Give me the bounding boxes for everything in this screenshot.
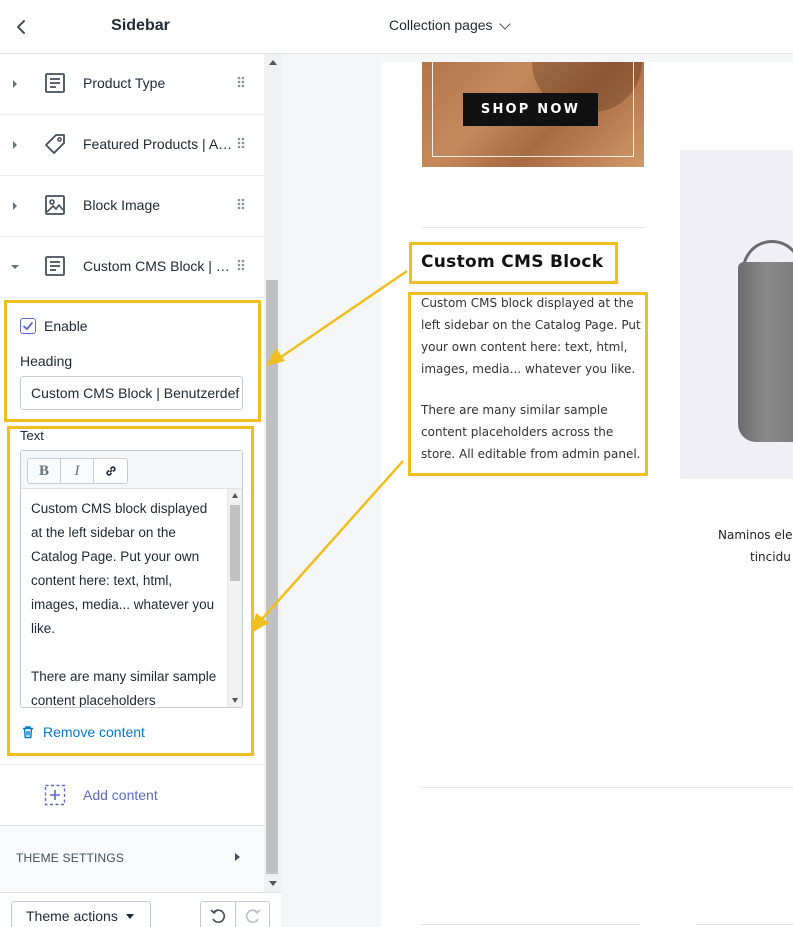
- italic-button[interactable]: I: [61, 459, 94, 483]
- banner-image[interactable]: SHOP NOW: [422, 62, 644, 167]
- redo-button[interactable]: [235, 902, 269, 927]
- caret-down-icon: [125, 913, 134, 919]
- cms-block-paragraph: Custom CMS block displayed at the left s…: [421, 296, 641, 376]
- add-content-label: Add content: [83, 787, 158, 803]
- bag-shape: [738, 262, 793, 442]
- drag-handle-icon[interactable]: [236, 136, 246, 150]
- divider: [0, 764, 264, 765]
- text-label: Text: [20, 428, 44, 443]
- cms-block-title: Custom CMS Block: [421, 252, 604, 272]
- section-label: Featured Products | Au...: [83, 136, 235, 152]
- editor-scroll-thumb[interactable]: [230, 505, 240, 581]
- sidebar-title: Sidebar: [111, 17, 170, 34]
- divider: [695, 924, 793, 925]
- shop-now-button[interactable]: SHOP NOW: [463, 93, 598, 126]
- page-selector-label: Collection pages: [389, 17, 493, 33]
- enable-row[interactable]: Enable: [20, 317, 88, 335]
- italic-icon: I: [74, 462, 80, 479]
- product-image[interactable]: [680, 150, 793, 479]
- heading-input[interactable]: Custom CMS Block | Benutzerdef: [20, 376, 243, 410]
- rich-text-editor[interactable]: B I Custom CMS block displayed at the le…: [20, 450, 243, 708]
- scroll-down-arrow-icon[interactable]: [269, 881, 277, 886]
- section-label: Block Image: [83, 197, 161, 213]
- divider: [422, 227, 645, 228]
- editor-scrollbar[interactable]: [227, 489, 242, 707]
- checkmark-icon: [23, 322, 33, 330]
- chevron-right-icon: [235, 853, 240, 861]
- store-preview: SHOP NOW Custom CMS Block Custom CMS blo…: [381, 62, 793, 927]
- undo-button[interactable]: [201, 902, 235, 927]
- editor-content[interactable]: Custom CMS block displayed at the left s…: [21, 489, 227, 707]
- add-block-icon: [44, 784, 66, 806]
- bold-icon: B: [38, 462, 49, 479]
- sidebar-header: Sidebar: [0, 0, 281, 54]
- editor-toolbar: B I: [21, 451, 242, 489]
- section-block-image[interactable]: Block Image: [0, 176, 264, 237]
- section-custom-cms-block[interactable]: Custom CMS Block | B...: [0, 237, 264, 298]
- preview-pane: Collection pages SHOP NOW Custom CMS Blo…: [281, 0, 793, 927]
- section-label: Product Type: [83, 75, 166, 91]
- cms-block-paragraph: There are many similar sample content pl…: [421, 403, 641, 461]
- chevron-down-icon: [498, 17, 511, 30]
- sidebar-scroll-thumb[interactable]: [266, 280, 278, 874]
- remove-content-label: Remove content: [43, 724, 145, 740]
- product-text-line: Naminos ele: [718, 528, 793, 542]
- scroll-up-arrow-icon[interactable]: [232, 493, 238, 498]
- sidebar-footer: Theme actions: [0, 892, 281, 927]
- scroll-up-arrow-icon[interactable]: [269, 60, 277, 65]
- enable-checkbox[interactable]: [20, 318, 36, 334]
- heading-label: Heading: [20, 353, 73, 369]
- sidebar-scrollbar[interactable]: [264, 54, 281, 892]
- caret-right-icon[interactable]: [9, 138, 21, 152]
- cms-block-text: Custom CMS block displayed at the left s…: [421, 292, 643, 484]
- sidebar-body: Product Type Featured Products | Au... B…: [0, 54, 264, 892]
- scroll-down-arrow-icon[interactable]: [232, 698, 238, 703]
- preview-topbar: Collection pages: [281, 0, 793, 54]
- section-product-type[interactable]: Product Type: [0, 54, 264, 115]
- theme-actions-label: Theme actions: [26, 908, 118, 924]
- theme-settings-label: THEME SETTINGS: [16, 851, 125, 865]
- drag-handle-icon[interactable]: [236, 75, 246, 89]
- undo-icon: [210, 909, 226, 923]
- link-icon: [105, 466, 116, 476]
- add-content-button[interactable]: Add content: [44, 784, 158, 806]
- trash-icon: [23, 726, 33, 739]
- bold-button[interactable]: B: [28, 459, 61, 483]
- theme-settings-row[interactable]: THEME SETTINGS: [0, 826, 264, 892]
- caret-down-icon[interactable]: [9, 260, 21, 274]
- page-selector[interactable]: Collection pages: [389, 17, 511, 33]
- theme-actions-button[interactable]: Theme actions: [11, 901, 151, 927]
- divider: [421, 924, 641, 925]
- sidebar-panel: Sidebar Product Type Featured Products |…: [0, 0, 281, 927]
- remove-content-button[interactable]: Remove content: [21, 724, 145, 740]
- section-label: Custom CMS Block | B...: [83, 258, 235, 274]
- link-button[interactable]: [94, 459, 127, 483]
- editor-paragraph: Custom CMS block displayed at the left s…: [31, 501, 215, 636]
- divider: [421, 787, 793, 788]
- caret-right-icon[interactable]: [9, 77, 21, 91]
- section-featured-products[interactable]: Featured Products | Au...: [0, 115, 264, 176]
- image-icon: [45, 195, 65, 215]
- editor-paragraph: There are many similar sample content pl…: [31, 669, 217, 707]
- product-text-line: tincidu: [750, 550, 791, 564]
- theme-editor: Sidebar Product Type Featured Products |…: [0, 0, 793, 927]
- undo-redo-group: [200, 901, 270, 927]
- drag-handle-icon[interactable]: [236, 197, 246, 211]
- caret-right-icon[interactable]: [9, 199, 21, 213]
- text-block-icon: [45, 73, 65, 93]
- drag-handle-icon[interactable]: [236, 258, 246, 272]
- format-button-group: B I: [27, 458, 128, 484]
- redo-icon: [245, 909, 261, 923]
- enable-label: Enable: [44, 318, 88, 334]
- tag-icon: [45, 134, 65, 154]
- text-block-icon: [45, 256, 65, 276]
